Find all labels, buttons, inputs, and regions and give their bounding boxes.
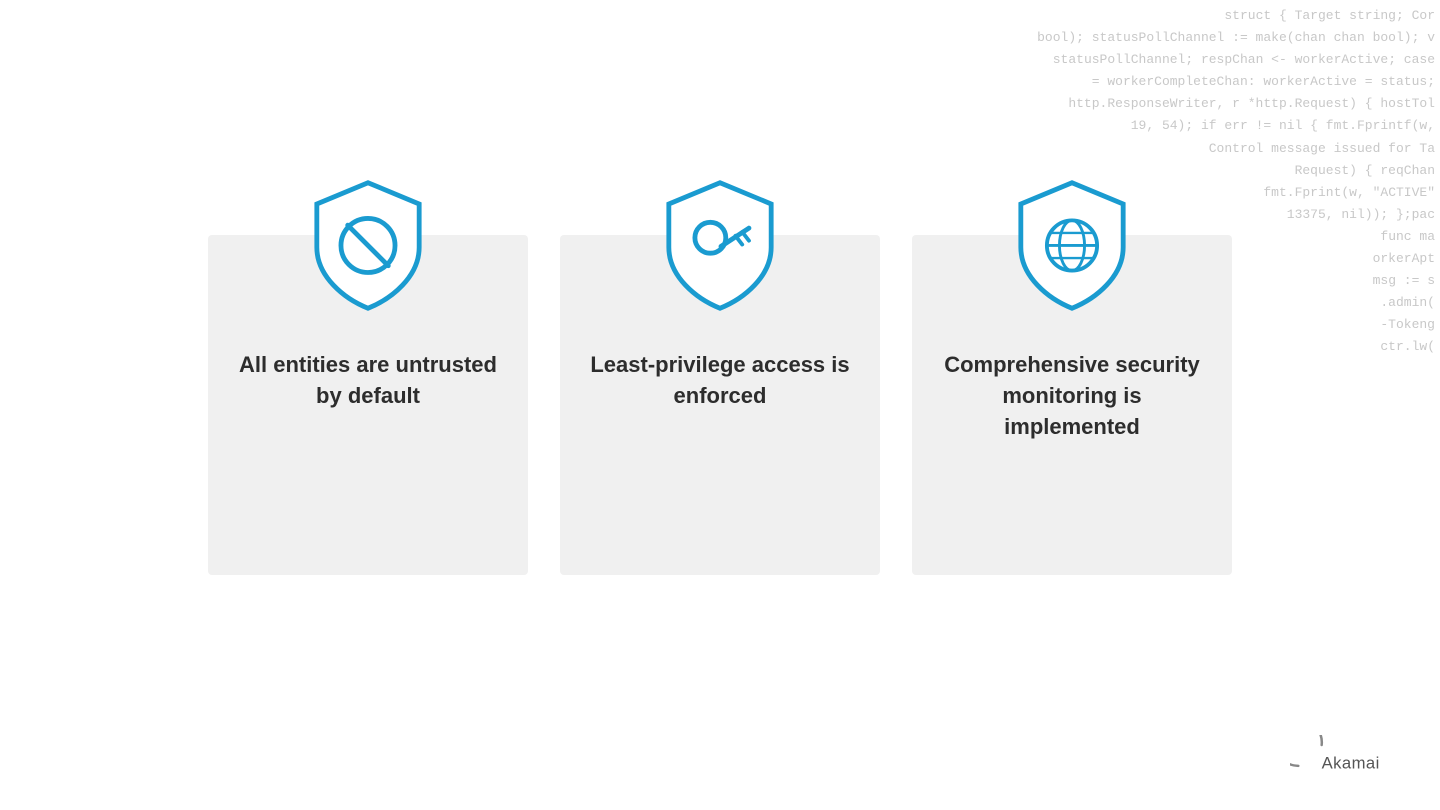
akamai-logo: Akamai bbox=[1290, 735, 1390, 780]
main-content: All entities are untrusted by default Le… bbox=[0, 0, 1440, 810]
card-monitoring: Comprehensive security monitoring is imp… bbox=[912, 235, 1232, 575]
svg-text:Akamai: Akamai bbox=[1322, 753, 1380, 772]
shield-key-wrapper bbox=[655, 175, 785, 320]
key-shield-icon bbox=[655, 175, 785, 315]
card-monitoring-text: Comprehensive security monitoring is imp… bbox=[942, 350, 1202, 442]
shield-globe-wrapper bbox=[1007, 175, 1137, 320]
ban-shield-icon bbox=[303, 175, 433, 315]
card-untrusted-text: All entities are untrusted by default bbox=[238, 350, 498, 412]
akamai-logo-svg: Akamai bbox=[1290, 735, 1390, 780]
card-least-privilege-text: Least-privilege access is enforced bbox=[590, 350, 850, 412]
globe-shield-icon bbox=[1007, 175, 1137, 315]
cards-container: All entities are untrusted by default Le… bbox=[170, 235, 1270, 575]
card-untrusted: All entities are untrusted by default bbox=[208, 235, 528, 575]
card-least-privilege: Least-privilege access is enforced bbox=[560, 235, 880, 575]
shield-ban-wrapper bbox=[303, 175, 433, 320]
